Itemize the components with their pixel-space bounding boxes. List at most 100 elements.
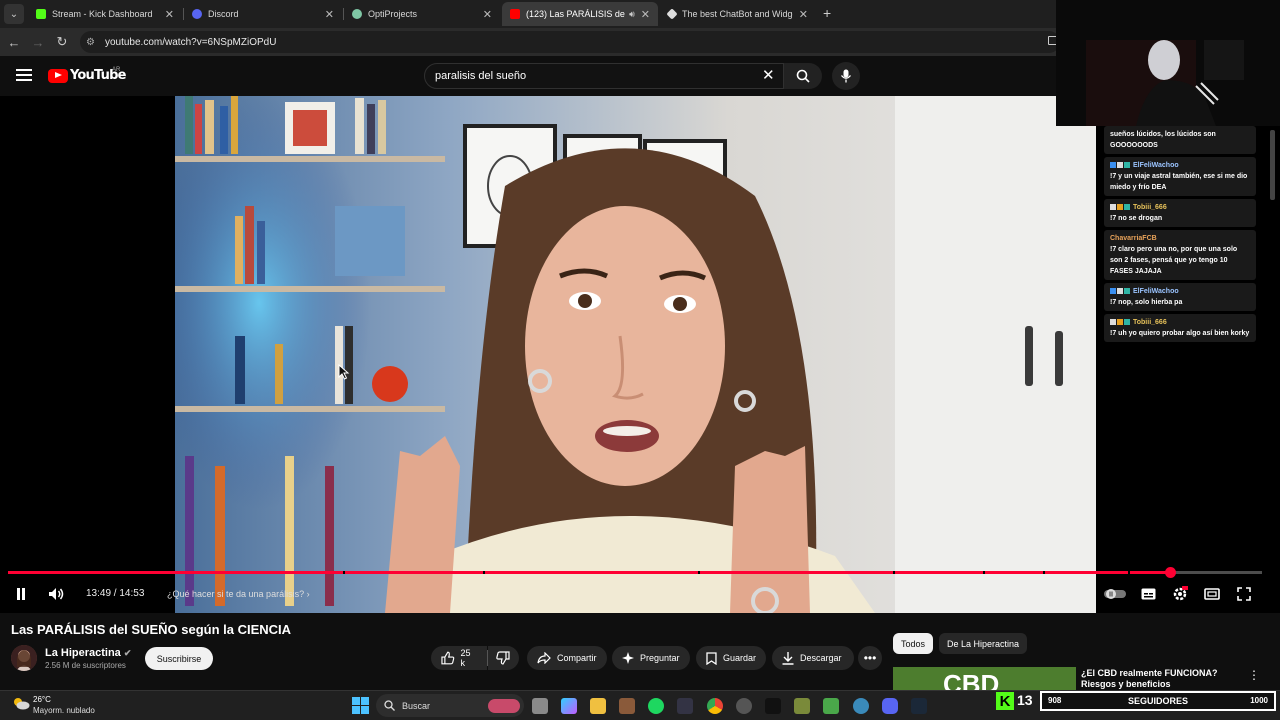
search-query: paralisis del sueño <box>435 70 527 82</box>
pause-button[interactable] <box>13 585 29 603</box>
badges-icon <box>1110 317 1131 328</box>
forward-button[interactable]: → <box>29 33 47 51</box>
tab-search-button[interactable]: ⌄ <box>4 4 24 24</box>
followers-goal-bar: 908 SEGUIDORES 1000 <box>1040 691 1276 711</box>
search-button[interactable] <box>784 63 822 89</box>
back-button[interactable]: ← <box>5 33 23 51</box>
clear-search-icon[interactable]: ✕ <box>762 66 775 84</box>
fullscreen-button[interactable] <box>1236 585 1252 603</box>
download-button[interactable]: Descargar <box>772 646 854 670</box>
more-actions-button[interactable]: ••• <box>858 646 882 670</box>
chrome-icon[interactable] <box>707 698 723 714</box>
new-tab-button[interactable]: + <box>823 5 831 21</box>
thumbs-down-icon <box>496 651 510 665</box>
save-button[interactable]: Guardar <box>696 646 766 670</box>
volume-button[interactable] <box>47 585 65 603</box>
thumbs-up-icon <box>441 651 455 665</box>
autoplay-toggle[interactable] <box>1104 585 1126 603</box>
close-icon[interactable]: ✕ <box>483 8 492 21</box>
share-icon <box>537 652 551 664</box>
voice-search-button[interactable] <box>832 62 860 90</box>
settings-button[interactable] <box>1171 585 1189 603</box>
menu-icon[interactable] <box>16 69 32 81</box>
close-icon[interactable]: ✕ <box>325 8 334 21</box>
discord-icon[interactable] <box>882 698 898 714</box>
chip-all[interactable]: Todos <box>893 633 934 654</box>
recommendation-thumbnail[interactable]: CBD <box>893 667 1076 691</box>
chat-scrollbar[interactable] <box>1270 130 1275 200</box>
volume-icon <box>49 588 64 600</box>
verified-icon: ✔ <box>123 648 132 658</box>
spotify-icon[interactable] <box>648 698 664 714</box>
weather-cloud-icon[interactable] <box>12 696 30 710</box>
search-highlight-icon <box>488 698 520 713</box>
tab-youtube[interactable]: (123) Las PARÁLISIS del SUE 🔊︎ ✕ <box>502 2 658 26</box>
windows-start-button[interactable] <box>352 697 369 714</box>
recommendation-title[interactable]: ¿El CBD realmente FUNCIONA? Riesgos y be… <box>1081 668 1231 690</box>
app-icon[interactable] <box>619 698 635 714</box>
close-icon[interactable]: ✕ <box>641 8 650 21</box>
tab-label: The best ChatBot and Widgets <box>682 9 793 19</box>
tab-discord[interactable]: Discord ✕ <box>184 2 342 26</box>
svg-text:CBD: CBD <box>943 669 999 691</box>
reload-button[interactable]: ↻ <box>53 33 71 51</box>
video-player[interactable] <box>0 96 1280 613</box>
progress-bar[interactable] <box>8 567 1262 578</box>
chat-message-text: !7 claro pero una no, por que una solo s… <box>1110 246 1238 275</box>
minecraft-icon[interactable] <box>823 698 839 714</box>
close-icon[interactable]: ✕ <box>165 8 174 21</box>
video-frame[interactable] <box>175 96 1096 613</box>
avatar-image <box>11 645 37 671</box>
chat-message: ElFeliWachoo !7 nop, solo hierba pa <box>1104 283 1256 311</box>
sparkle-icon <box>622 652 634 664</box>
channel-name[interactable]: La Hiperactina ✔ <box>45 647 131 659</box>
task-view-icon[interactable] <box>532 698 548 714</box>
subscribe-button[interactable]: Suscribirse <box>145 647 213 670</box>
search-input[interactable]: paralisis del sueño <box>424 63 784 89</box>
tab-chatbot[interactable]: The best ChatBot and Widgets ✕ <box>660 2 816 26</box>
share-label: Compartir <box>557 653 597 663</box>
like-button[interactable]: 25 k <box>431 646 487 670</box>
close-icon[interactable]: ✕ <box>799 8 808 21</box>
app-icon[interactable] <box>736 698 752 714</box>
channel-avatar[interactable] <box>11 645 37 671</box>
webcam-image <box>1056 0 1280 126</box>
chip-channel[interactable]: De La Hiperactina <box>939 633 1028 654</box>
chat-username: Tobiii_666 <box>1133 204 1167 211</box>
share-button[interactable]: Compartir <box>527 646 607 670</box>
badges-icon <box>1110 202 1131 213</box>
tab-optiprojects[interactable]: OptiProjects ✕ <box>344 2 500 26</box>
stream-chat-overlay: sueños lúcidos, los lúcidos son GOOOOOOD… <box>1104 126 1256 596</box>
chat-username: Tobiii_666 <box>1133 319 1167 326</box>
site-info-icon[interactable]: ⚙︎ <box>86 37 95 48</box>
audio-playing-icon[interactable]: 🔊︎ <box>629 9 635 20</box>
app-icon[interactable] <box>794 698 810 714</box>
steam-icon[interactable] <box>911 698 927 714</box>
dislike-button[interactable] <box>488 646 519 670</box>
subscriber-count: 2.56 M de suscriptores <box>45 661 126 670</box>
app-icon[interactable] <box>765 698 781 714</box>
chat-message-text: !7 y un viaje astral también, ese si me … <box>1110 173 1248 191</box>
youtube-play-icon <box>48 68 68 83</box>
ask-button[interactable]: Preguntar <box>612 646 690 670</box>
chat-message-text: sueños lúcidos, los lúcidos son GOOOOOOD… <box>1110 131 1216 149</box>
chat-username: ElFeliWachoo <box>1133 288 1179 295</box>
search-icon <box>384 700 395 711</box>
tab-kick-dashboard[interactable]: Stream - Kick Dashboard ✕ <box>28 2 182 26</box>
followers-label: SEGUIDORES <box>1127 696 1188 706</box>
app-icon[interactable] <box>677 698 693 714</box>
windows-icon <box>352 697 369 714</box>
discord-icon <box>192 9 202 19</box>
taskbar-search[interactable]: Buscar <box>376 694 524 717</box>
recommendation-menu-icon[interactable]: ⋮ <box>1248 668 1260 682</box>
app-icon[interactable] <box>853 698 869 714</box>
copilot-icon[interactable] <box>561 698 577 714</box>
followers-goal: 1000 <box>1250 696 1268 705</box>
address-bar[interactable]: ⚙︎ youtube.com/watch?v=6NSpMZiOPdU <box>80 31 1060 53</box>
theater-mode-button[interactable] <box>1203 585 1221 603</box>
chat-message: ElFeliWachoo !7 y un viaje astral tambié… <box>1104 157 1256 196</box>
file-explorer-icon[interactable] <box>590 698 606 714</box>
chapter-title[interactable]: ¿Qué hacer si te da una parálisis? › <box>167 589 310 599</box>
subtitles-button[interactable] <box>1140 585 1156 603</box>
tab-label: Discord <box>208 9 239 19</box>
